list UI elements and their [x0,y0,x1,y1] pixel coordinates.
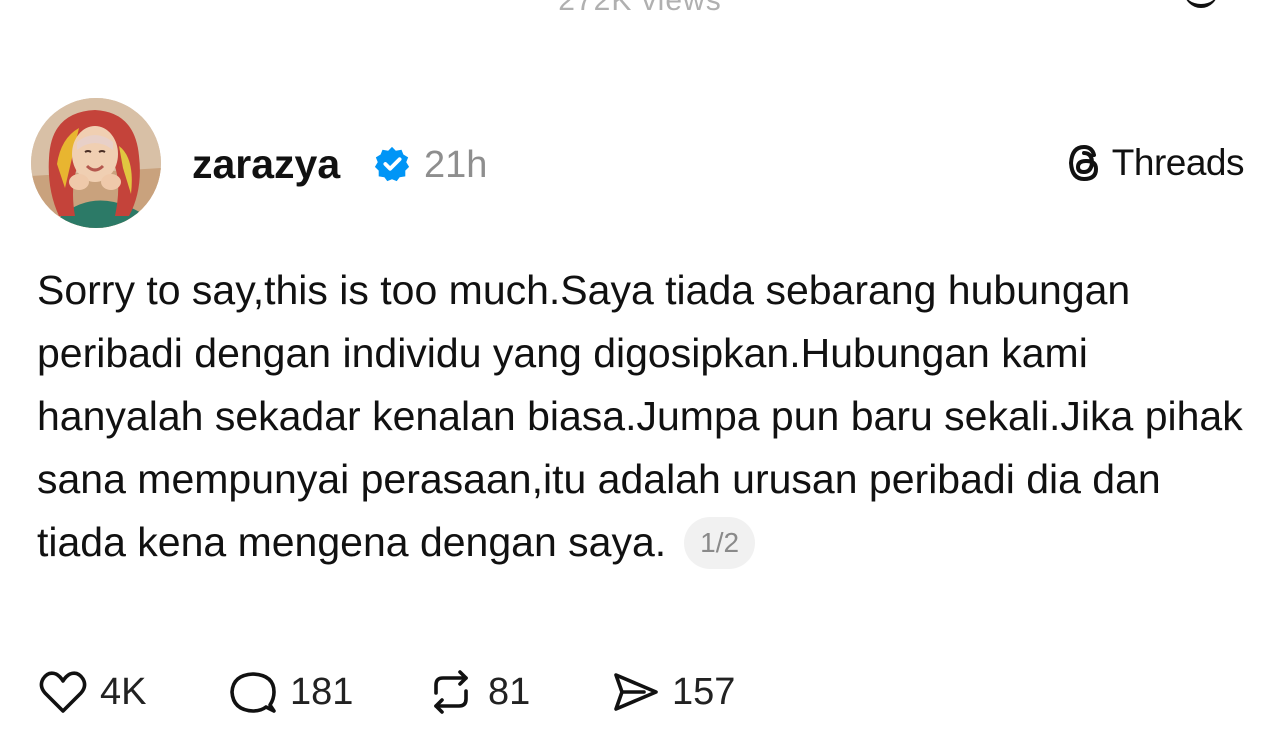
post-timestamp: 21h [424,144,488,186]
post-text: Sorry to say,this is too much.Saya tiada… [37,267,1243,565]
share-button[interactable]: 157 [608,665,768,719]
repost-icon [434,670,468,714]
threads-post-screenshot: 272K views zarazya 21h Threads Sorry to … [0,0,1280,749]
repost-button[interactable]: 81 [424,665,608,719]
profile-photo-icon [31,98,161,228]
send-icon [614,673,658,711]
comment-icon [230,672,276,713]
threads-brand[interactable]: Threads [1064,138,1245,188]
heart-icon [39,671,87,713]
like-button[interactable]: 4K [36,665,226,719]
share-count: 157 [672,670,736,713]
threads-label: Threads [1111,142,1245,183]
avatar[interactable] [31,98,161,228]
reply-count: 181 [290,670,354,713]
page-indicator-badge[interactable]: 1/2 [684,517,756,569]
post-actions: 4K 181 81 157 [36,662,768,722]
author-username[interactable]: zarazya [192,140,340,188]
post-body: Sorry to say,this is too much.Saya tiada… [37,259,1247,574]
verified-badge-icon [374,146,410,182]
views-count: 272K views [558,0,722,17]
repost-count: 81 [488,670,531,713]
reply-button[interactable]: 181 [226,665,424,719]
threads-logo-icon [1068,144,1098,182]
like-count: 4K [100,670,147,713]
